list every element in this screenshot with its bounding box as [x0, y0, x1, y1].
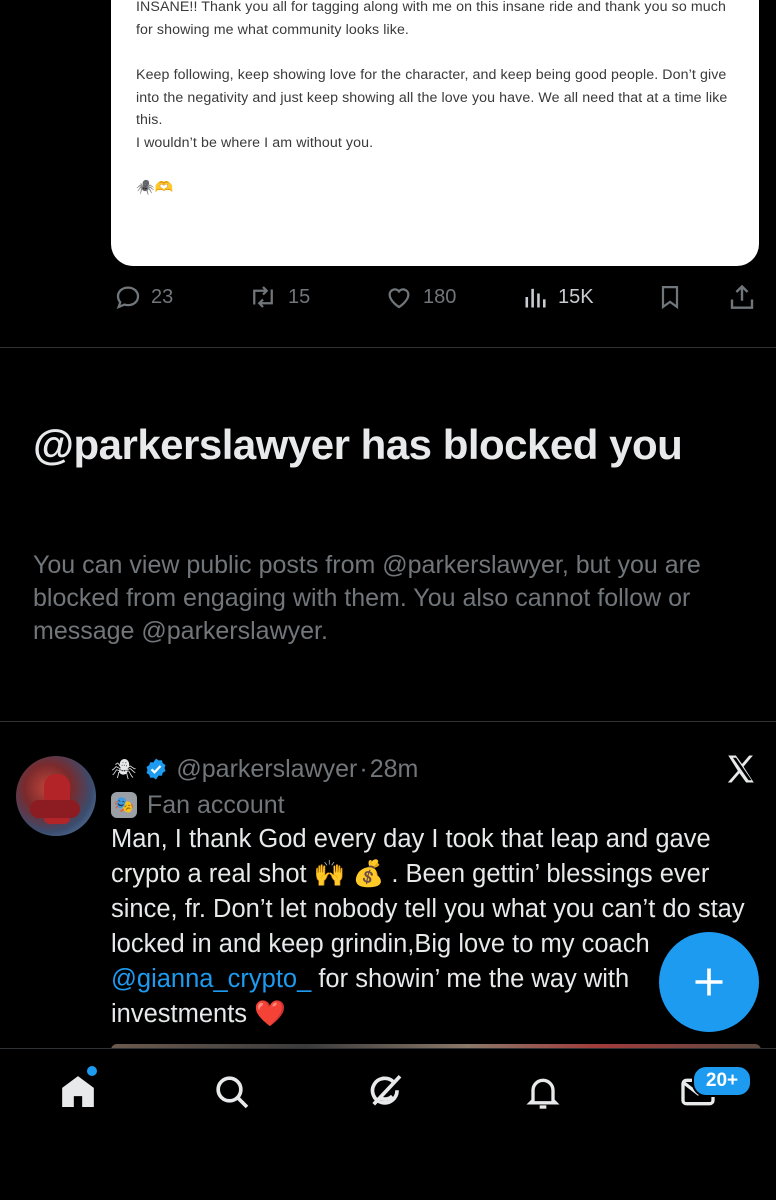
- reply-count: 23: [151, 285, 174, 308]
- compose-icon: [695, 968, 723, 996]
- compose-button[interactable]: [659, 932, 759, 1032]
- repost-button[interactable]: 15: [246, 282, 310, 312]
- share-button[interactable]: [727, 282, 757, 312]
- card-paragraph-3: I wouldn’t be where I am without you.: [136, 135, 374, 151]
- divider: [0, 721, 776, 722]
- fan-account-text: Fan account: [147, 790, 285, 819]
- post-handle[interactable]: @parkerslawyer: [176, 755, 357, 784]
- blocked-description: You can view public posts from @parkersl…: [33, 551, 701, 645]
- messages-badge: 20+: [692, 1065, 752, 1097]
- views-icon: [525, 288, 546, 308]
- home-notification-dot: [87, 1066, 97, 1076]
- verified-icon: [146, 758, 166, 780]
- post-text-part-1: Man, I thank God every day I took that l…: [111, 825, 745, 958]
- tab-notifications[interactable]: [521, 1070, 565, 1114]
- repost-icon: [253, 286, 273, 308]
- avatar[interactable]: [16, 756, 96, 836]
- search-icon: [216, 1076, 249, 1109]
- fan-account-label: 🎭 Fan account: [111, 788, 285, 822]
- blocked-title: @parkerslawyer has blocked you: [33, 421, 683, 468]
- divider: [0, 347, 776, 348]
- share-icon: [730, 284, 754, 309]
- tab-grok[interactable]: [364, 1070, 408, 1114]
- mask-icon: 🎭: [111, 792, 137, 818]
- meta-separator: ·: [359, 754, 368, 783]
- card-paragraph-2: Keep following, keep showing love for th…: [136, 67, 728, 128]
- like-icon: [388, 288, 410, 309]
- views-button[interactable]: 15K: [522, 282, 594, 312]
- home-icon: [62, 1076, 94, 1107]
- display-name-emoji: 🕷: [111, 758, 137, 781]
- reply-button[interactable]: 23: [113, 282, 173, 312]
- quoted-image-card[interactable]: INSANE!! Thank you all for tagging along…: [111, 0, 759, 266]
- grok-icon: [370, 1074, 402, 1106]
- like-button[interactable]: 180: [383, 282, 456, 312]
- views-count: 15K: [558, 285, 594, 308]
- tab-search[interactable]: [210, 1070, 254, 1114]
- bookmark-icon: [661, 285, 679, 310]
- card-paragraph-1: INSANE!! Thank you all for tagging along…: [136, 0, 726, 38]
- x-logo-icon[interactable]: [724, 752, 758, 786]
- bookmark-button[interactable]: [656, 282, 684, 312]
- reply-icon: [116, 286, 140, 309]
- card-emojis: 🕷️🫶: [136, 179, 174, 196]
- post-time[interactable]: 28m: [370, 755, 419, 784]
- notifications-icon: [526, 1078, 560, 1109]
- post-header[interactable]: 🕷 @parkerslawyer · 28m: [111, 751, 418, 787]
- like-count: 180: [423, 285, 457, 308]
- repost-count: 15: [288, 285, 311, 308]
- tab-home[interactable]: [56, 1070, 100, 1114]
- mention-link[interactable]: @gianna_crypto_: [111, 965, 311, 993]
- avatar-figure-body: [30, 800, 80, 818]
